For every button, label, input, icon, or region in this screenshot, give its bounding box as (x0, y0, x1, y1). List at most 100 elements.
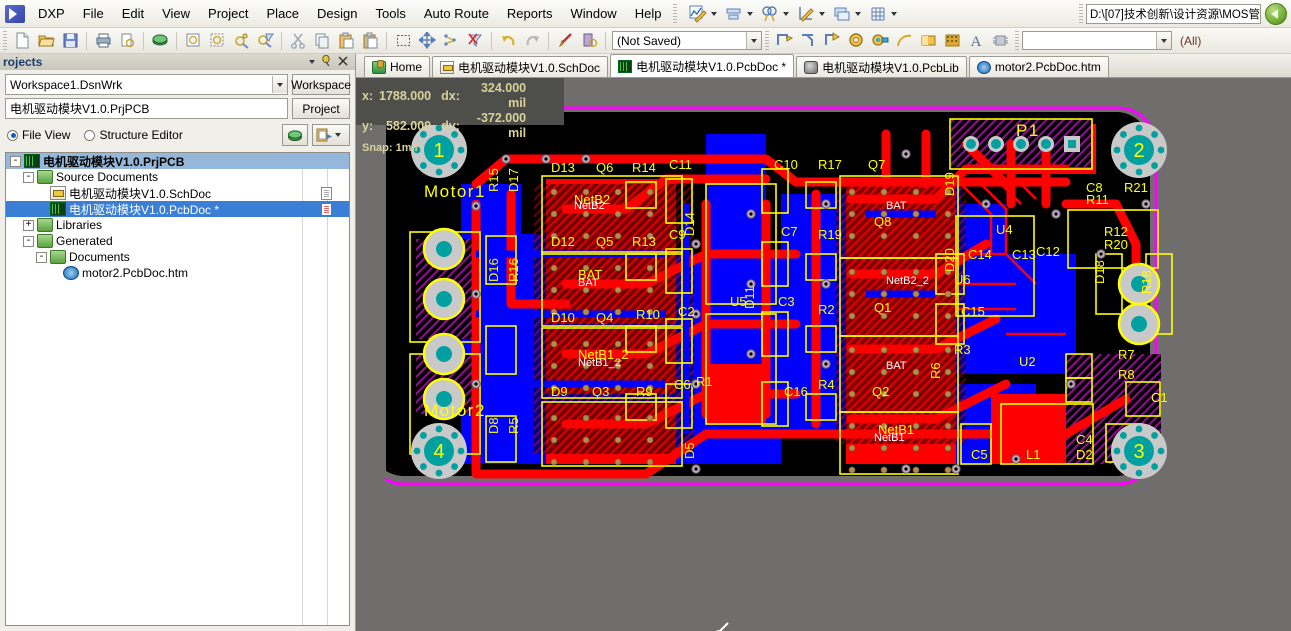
menu-item-file[interactable]: File (74, 3, 113, 24)
place-pad-icon[interactable] (845, 30, 867, 52)
chart-ruler-icon[interactable] (687, 3, 709, 25)
place-line-icon[interactable] (773, 30, 795, 52)
tree-item[interactable]: motor2.PcbDoc.htm (6, 265, 349, 281)
inspector-icon[interactable] (578, 30, 600, 52)
select-area-icon[interactable] (392, 30, 414, 52)
chevron-down-icon[interactable] (783, 11, 790, 16)
crosshair-icon[interactable] (554, 30, 576, 52)
tree-item[interactable]: 电机驱动模块V1.0.SchDoc (6, 185, 349, 201)
paste-special-icon[interactable] (359, 30, 381, 52)
pcb-canvas[interactable]: x: 1788.000 dx: 324.000 mil y: 582.000 d… (356, 78, 1291, 631)
document-tab[interactable]: 电机驱动模块V1.0.PcbLib (796, 56, 967, 77)
cut-icon[interactable] (287, 30, 309, 52)
chevron-down-icon[interactable] (1259, 4, 1260, 23)
undo-icon[interactable] (497, 30, 519, 52)
place-string-icon[interactable]: A (965, 30, 987, 52)
place-polygon-icon[interactable] (941, 30, 963, 52)
tree-expander-icon[interactable]: - (23, 235, 34, 247)
menu-item-help[interactable]: Help (626, 3, 671, 24)
place-toolbar-gripper[interactable] (765, 30, 769, 51)
zoom-filter-icon[interactable] (254, 30, 276, 52)
document-tab[interactable]: 电机驱动模块V1.0.PcbDoc * (610, 54, 795, 77)
chevron-down-icon[interactable] (1156, 32, 1171, 49)
workspace-button[interactable]: Workspace (291, 74, 351, 95)
layers-icon[interactable] (831, 3, 853, 25)
tree-expander-icon[interactable]: - (10, 155, 21, 167)
menu-item-view[interactable]: View (153, 3, 199, 24)
project-button[interactable]: Project (292, 98, 350, 119)
layer-combo[interactable] (1022, 31, 1172, 50)
tree-item[interactable]: - Generated (6, 233, 349, 249)
chevron-down-icon[interactable] (891, 11, 898, 16)
project-path-combo[interactable]: D:\[07]技术创新\设计资源\MOS管 (1086, 3, 1261, 24)
zoom-fit-icon[interactable] (182, 30, 204, 52)
structure-editor-radio[interactable] (84, 129, 96, 141)
path-gripper[interactable] (1079, 3, 1083, 24)
place-trace-icon[interactable] (797, 30, 819, 52)
variant-combo[interactable]: (Not Saved) (612, 31, 762, 50)
document-options-icon[interactable] (312, 124, 350, 146)
chevron-down-icon[interactable] (819, 11, 826, 16)
chevron-down-icon[interactable] (746, 32, 761, 49)
chevron-down-icon[interactable] (747, 11, 754, 16)
document-tab[interactable]: 电机驱动模块V1.0.SchDoc (432, 56, 609, 77)
menu-item-design[interactable]: Design (308, 3, 366, 24)
paste-icon[interactable] (335, 30, 357, 52)
layer-toolbar-gripper[interactable] (1015, 30, 1019, 51)
chevron-down-icon[interactable] (272, 76, 287, 93)
align-icon[interactable] (723, 3, 745, 25)
move-icon[interactable] (416, 30, 438, 52)
tree-expander-icon[interactable]: - (36, 251, 47, 263)
new-document-icon[interactable] (11, 30, 33, 52)
menu-item-edit[interactable]: Edit (113, 3, 153, 24)
chevron-down-icon[interactable] (309, 60, 315, 64)
board-3d-icon[interactable] (149, 30, 171, 52)
clear-filter-icon[interactable] (464, 30, 486, 52)
chevron-down-icon[interactable] (711, 11, 718, 16)
align-objects-icon[interactable] (440, 30, 462, 52)
copy-icon[interactable] (311, 30, 333, 52)
menu-item-dxp[interactable]: DXP (29, 3, 74, 24)
close-icon[interactable] (338, 55, 348, 69)
tree-item[interactable]: + Libraries (6, 217, 349, 233)
tree-item[interactable]: - Source Documents (6, 169, 349, 185)
print-icon[interactable] (92, 30, 114, 52)
place-fill-icon[interactable] (917, 30, 939, 52)
dxp-logo-icon[interactable] (5, 4, 25, 23)
place-arc-icon[interactable] (893, 30, 915, 52)
document-tab[interactable]: motor2.PcbDoc.htm (968, 56, 1109, 77)
menu-item-reports[interactable]: Reports (498, 3, 562, 24)
tree-item[interactable]: - 电机驱动模块V1.0.PrjPCB (6, 153, 349, 169)
tree-item[interactable]: 电机驱动模块V1.0.PcbDoc * (6, 201, 349, 217)
tree-expander-icon[interactable]: + (23, 219, 34, 231)
zoom-area-icon[interactable] (206, 30, 228, 52)
menu-item-window[interactable]: Window (561, 3, 625, 24)
place-via-icon[interactable] (869, 30, 891, 52)
menu-item-auto-route[interactable]: Auto Route (415, 3, 498, 24)
tree-expander-icon[interactable]: - (23, 171, 34, 183)
menu-item-project[interactable]: Project (199, 3, 257, 24)
project-combo[interactable]: 电机驱动模块V1.0.PrjPCB (5, 98, 288, 119)
save-icon[interactable] (59, 30, 81, 52)
toolbar-gripper[interactable] (673, 3, 678, 24)
workspace-combo[interactable]: Workspace1.DsnWrk (5, 74, 288, 95)
place-arc-trace-icon[interactable] (821, 30, 843, 52)
print-preview-icon[interactable] (116, 30, 138, 52)
place-component-icon[interactable] (989, 30, 1011, 52)
menu-item-place[interactable]: Place (258, 3, 309, 24)
zoom-in-icon[interactable] (230, 30, 252, 52)
grid-icon[interactable] (867, 3, 889, 25)
measure-icon[interactable] (795, 3, 817, 25)
menu-item-tools[interactable]: Tools (367, 3, 415, 24)
board-3d-icon[interactable] (282, 124, 308, 146)
navigate-back-icon[interactable] (1265, 2, 1287, 25)
toolbar-gripper[interactable] (3, 30, 7, 51)
tree-item[interactable]: - Documents (6, 249, 349, 265)
open-document-icon[interactable] (35, 30, 57, 52)
document-tab[interactable]: Home (364, 56, 431, 77)
chevron-down-icon[interactable] (855, 11, 862, 16)
pin-icon[interactable] (321, 54, 332, 69)
project-tree[interactable]: - 电机驱动模块V1.0.PrjPCB - Source Documents 电机驱动模… (5, 152, 350, 626)
file-view-radio[interactable] (7, 129, 18, 141)
redo-icon[interactable] (521, 30, 543, 52)
